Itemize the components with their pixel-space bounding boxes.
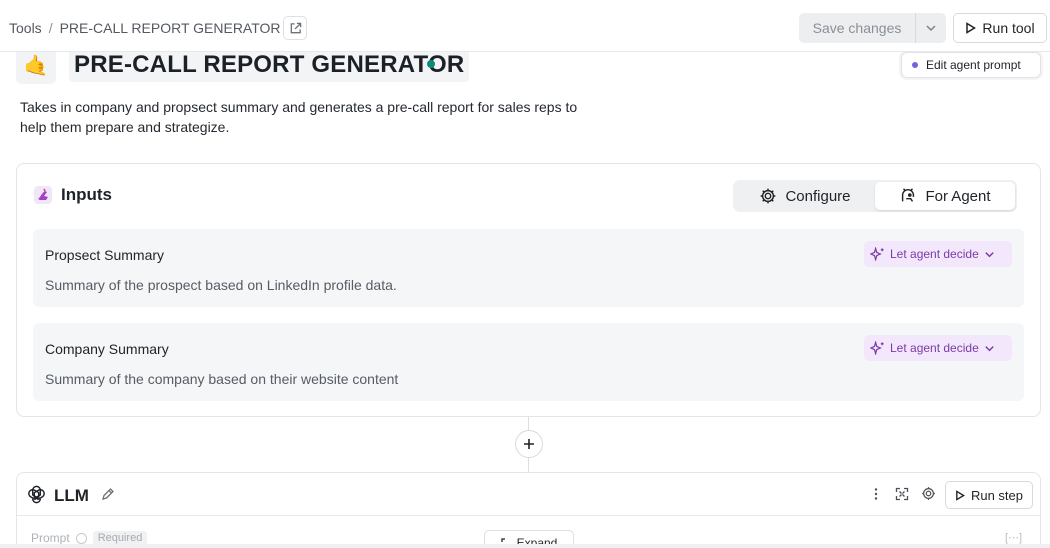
tool-description[interactable]: Takes in company and propsect summary an… (20, 97, 580, 137)
inputs-card: Inputs Configure For Agent Propsect Summ… (16, 163, 1041, 417)
configure-tab[interactable]: Configure (735, 182, 875, 210)
for-agent-tab[interactable]: For Agent (875, 182, 1015, 210)
agent-icon (902, 188, 915, 202)
llm-step-title: LLM (54, 486, 89, 505)
play-icon (966, 22, 977, 34)
chevron-down-icon (926, 25, 936, 32)
edit-agent-prompt-label: Edit agent prompt (926, 58, 1021, 72)
gear-icon (761, 188, 776, 204)
let-agent-decide-dropdown[interactable]: Let agent decide (864, 335, 1012, 361)
more-vertical-icon[interactable] (869, 487, 883, 501)
external-link-icon (290, 22, 301, 33)
variable-insert-icon[interactable]: [⋯] (1005, 531, 1022, 544)
save-changes-button[interactable]: Save changes (799, 13, 916, 43)
prompt-label-row: Prompt Required (31, 531, 148, 545)
let-agent-decide-label: Let agent decide (890, 247, 979, 261)
pencil-icon[interactable] (101, 487, 115, 501)
open-external-button[interactable] (283, 16, 307, 40)
chevron-down-icon (985, 345, 994, 351)
sparkle-icon (870, 247, 884, 261)
required-badge: Required (92, 531, 148, 545)
info-icon (75, 532, 87, 544)
plus-icon (524, 439, 534, 449)
prompt-label: Prompt (31, 531, 70, 545)
field-label: Company Summary (45, 341, 169, 357)
status-dot-icon (912, 62, 918, 68)
settings-gear-icon[interactable] (921, 486, 936, 501)
save-changes-group: Save changes (799, 13, 946, 43)
let-agent-decide-dropdown[interactable]: Let agent decide (864, 241, 1012, 267)
sparkle-icon (870, 341, 884, 355)
llm-step-toolbar (869, 486, 936, 501)
inputs-title: Inputs (61, 185, 112, 204)
field-description: Summary of the company based on their we… (45, 371, 399, 387)
breadcrumb-tools-link[interactable]: Tools (9, 20, 42, 36)
configure-tab-label: Configure (785, 187, 851, 205)
input-field-company-summary[interactable]: Company Summary Summary of the company b… (33, 323, 1024, 401)
for-agent-tab-label: For Agent (925, 187, 991, 205)
page-title[interactable]: PRE-CALL REPORT GENERATOR (69, 48, 470, 82)
field-label: Propsect Summary (45, 247, 165, 263)
breadcrumb: Tools / PRE-CALL REPORT GENERATOR (9, 20, 281, 36)
openai-icon (28, 485, 45, 504)
input-mode-toggle: Configure For Agent (733, 180, 1017, 212)
viewport-bottom-edge (0, 544, 1050, 548)
run-tool-label: Run tool (982, 20, 1035, 36)
llm-step-header: LLM Run step (17, 473, 1040, 516)
breadcrumb-current: PRE-CALL REPORT GENERATOR (59, 20, 281, 36)
let-agent-decide-label: Let agent decide (890, 341, 979, 355)
hand-icon (34, 186, 52, 204)
add-step-button[interactable] (515, 430, 543, 458)
chevron-down-icon (985, 251, 994, 257)
run-step-label: Run step (970, 487, 1024, 503)
breadcrumb-separator: / (48, 20, 53, 36)
text-cursor-dot (427, 60, 435, 68)
run-step-button[interactable]: Run step (945, 481, 1033, 509)
llm-step-card: LLM Run step Prompt Required Expand [⋯] (16, 472, 1041, 548)
fullscreen-icon[interactable] (895, 487, 909, 501)
play-icon (956, 489, 965, 501)
run-tool-button[interactable]: Run tool (953, 13, 1047, 43)
input-field-prospect-summary[interactable]: Propsect Summary Summary of the prospect… (33, 229, 1024, 307)
top-bar: Tools / PRE-CALL REPORT GENERATOR Save c… (0, 4, 1050, 52)
edit-agent-prompt-button[interactable]: Edit agent prompt (901, 52, 1041, 78)
field-description: Summary of the prospect based on LinkedI… (45, 277, 397, 293)
save-options-button[interactable] (916, 13, 946, 43)
